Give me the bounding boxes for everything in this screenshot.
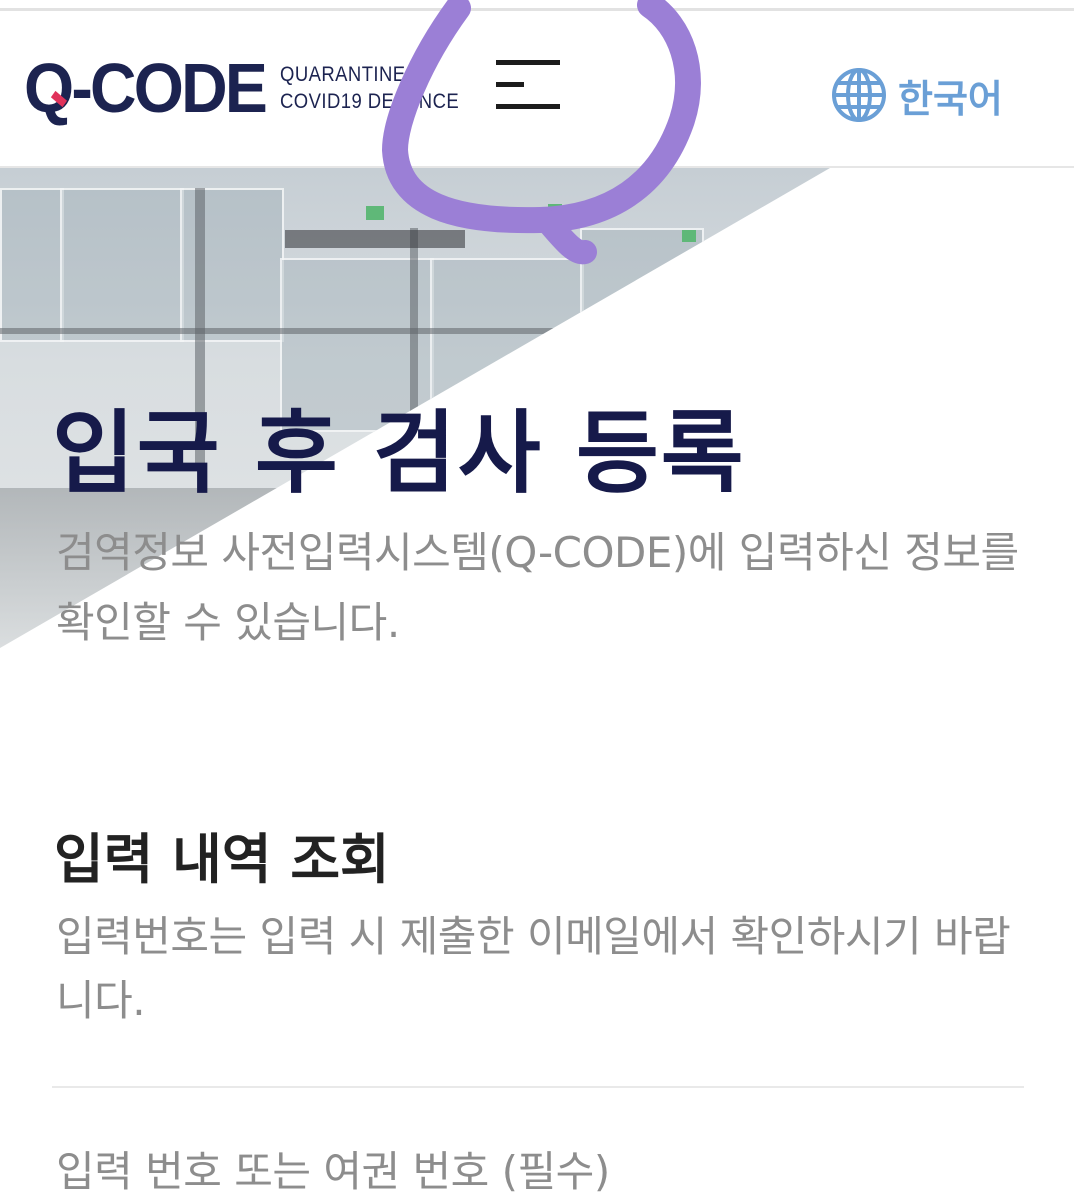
logo-wordmark: Q-CODE: [24, 49, 268, 127]
language-label: 한국어: [898, 76, 1003, 121]
logo-subtitle-line2: COVID19 DEFENCE: [280, 90, 460, 113]
logo-subtitle: QUARANTINE COVID19 DEFENCE: [280, 61, 459, 115]
lookup-section-title: 입력 내역 조회: [54, 828, 390, 891]
hamburger-menu-icon[interactable]: [494, 58, 564, 114]
q-code-logo[interactable]: Q-CODE QUARANTINE COVID19 DEFENCE: [24, 53, 484, 123]
page-description: 검역정보 사전입력시스템(Q-CODE)에 입력하신 정보를 확인할 수 있습니…: [56, 528, 1019, 647]
page-title: 입국 후 검사 등록: [52, 401, 746, 506]
globe-icon: [832, 68, 886, 122]
terminal-sign: [285, 230, 465, 248]
site-header: Q-CODE QUARANTINE COVID19 DEFENCE 한국어: [0, 11, 1074, 168]
section-divider: [52, 1086, 1024, 1088]
logo-subtitle-line1: QUARANTINE: [280, 63, 406, 86]
entry-number-field-label: 입력 번호 또는 여권 번호 (필수): [56, 1147, 610, 1196]
language-selector[interactable]: 한국어: [830, 66, 1003, 124]
lookup-section-description: 입력번호는 입력 시 제출한 이메일에서 확인하시기 바랍니다.: [56, 912, 1011, 1025]
